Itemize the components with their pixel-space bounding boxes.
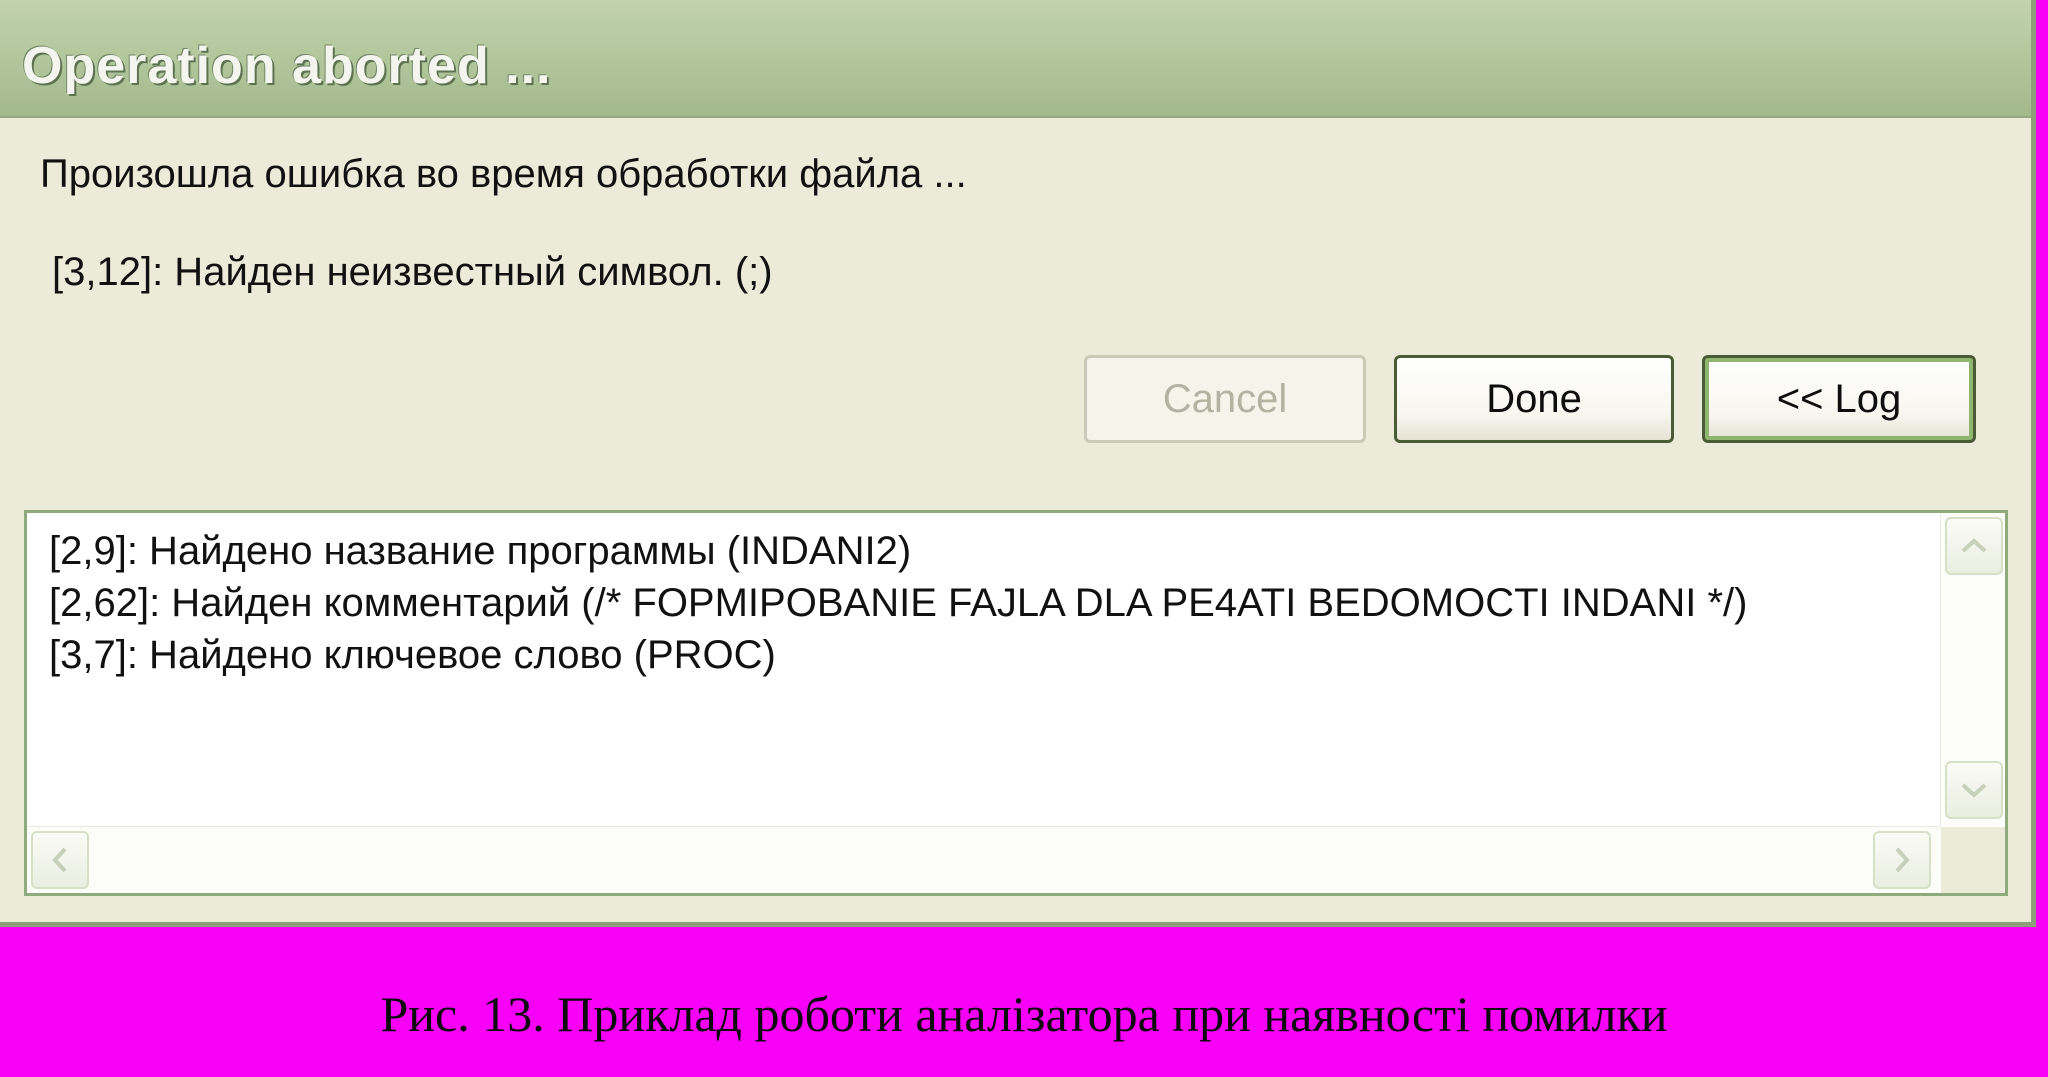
log-textbox[interactable]: [2,9]: Найдено название программы (INDAN… (24, 510, 2008, 896)
chevron-left-icon (52, 847, 67, 873)
scroll-down-button[interactable] (1945, 761, 2003, 819)
scrollbar-corner (1941, 827, 2005, 893)
error-message: Произошла ошибка во время обработки файл… (40, 152, 967, 196)
log-lines: [2,9]: Найдено название программы (INDAN… (49, 525, 1747, 681)
log-line: [2,62]: Найден комментарий (/* FOPMIPOBA… (49, 581, 1748, 625)
log-line: [3,7]: Найдено ключевое слово (PROC) (49, 633, 776, 677)
cancel-button[interactable]: Cancel (1084, 355, 1366, 443)
dialog-title-bar[interactable]: Operation aborted ... (0, 0, 2031, 118)
scroll-right-button[interactable] (1873, 831, 1931, 889)
chevron-right-icon (1895, 847, 1910, 873)
chevron-up-icon (1961, 538, 1987, 553)
horizontal-scrollbar[interactable] (27, 826, 1941, 893)
log-toggle-button[interactable]: << Log (1702, 355, 1976, 443)
dialog-title: Operation aborted ... (22, 37, 552, 95)
figure-caption: Рис. 13. Приклад роботи аналізатора при … (380, 986, 1668, 1042)
error-detail: [3,12]: Найден неизвестный символ. (;) (52, 250, 773, 294)
scroll-up-button[interactable] (1945, 517, 2003, 575)
scroll-left-button[interactable] (31, 831, 89, 889)
chevron-down-icon (1961, 783, 1987, 798)
operation-aborted-dialog: Operation aborted ... Произошла ошибка в… (0, 0, 2036, 927)
log-line: [2,9]: Найдено название программы (INDAN… (49, 529, 912, 573)
done-button[interactable]: Done (1394, 355, 1674, 443)
vertical-scrollbar[interactable] (1940, 513, 2005, 825)
